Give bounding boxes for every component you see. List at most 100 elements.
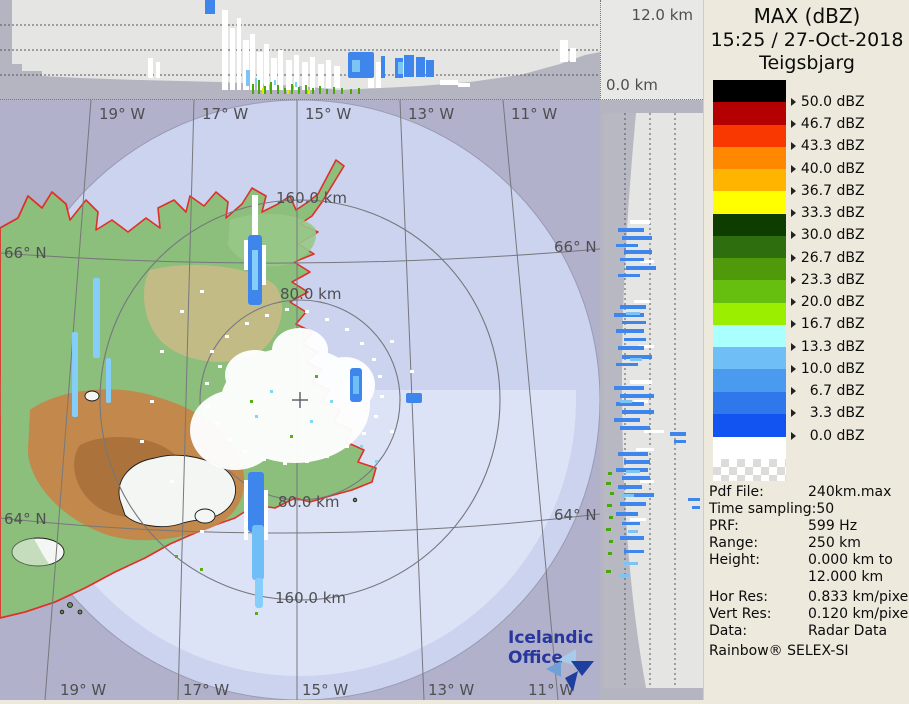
metadata-row: PRF: 599 Hz — [709, 518, 909, 535]
lon-label-top: 17° W — [202, 105, 248, 123]
height-axis-max-label: 12.0 km — [631, 6, 693, 24]
legend-band-value: 46.7 — [800, 116, 832, 132]
legend-band — [713, 324, 786, 348]
legend-band — [713, 124, 786, 148]
tick-arrow-icon — [791, 342, 796, 351]
lon-label-top: 13° W — [408, 105, 454, 123]
profile-top-band — [600, 100, 703, 113]
legend-band — [713, 391, 786, 415]
tick-arrow-icon — [791, 275, 796, 284]
tick-arrow-icon — [791, 142, 796, 151]
metadata-value: 0.833 km/pixel — [808, 589, 909, 605]
legend-band-unit: dBZ — [832, 294, 865, 310]
legend-bands: 50.0 dBZ 46.7 dBZ 43.3 dBZ 40.0 dBZ 36.7 dBZ… — [713, 80, 909, 484]
legend-band-unit: dBZ — [832, 316, 865, 333]
lon-label-bottom: 11° W — [528, 681, 574, 699]
tick-arrow-icon — [791, 231, 796, 240]
legend-band — [713, 280, 786, 304]
legend-band — [713, 235, 786, 259]
legend-band-value: 43.3 — [800, 138, 832, 155]
tick-arrow-icon — [791, 298, 796, 306]
lon-label-top: 19° W — [99, 105, 145, 123]
tick-arrow-icon — [791, 97, 796, 106]
metadata-row: Hor Res: 0.833 km/pixel — [709, 589, 909, 606]
legend-band-label: 20.0 dBZ — [791, 294, 909, 310]
metadata-label: Hor Res: — [709, 589, 769, 605]
metadata-label: Height: — [709, 552, 760, 568]
legend-band — [713, 146, 786, 170]
legend-band-unit: dBZ — [832, 182, 865, 199]
metadata-label: Rainbow® SELEX-SI — [709, 643, 849, 659]
tick-arrow-icon — [791, 164, 796, 173]
legend-band-label: 36.7 dBZ — [791, 182, 909, 199]
panel-separator-horizontal — [0, 99, 703, 100]
legend-band-label: 43.3 dBZ — [791, 138, 909, 155]
legend-band-unit: dBZ — [832, 138, 865, 155]
legend-band-label: 6.7 dBZ — [791, 383, 909, 399]
radar-map-panel[interactable]: 19° W 17° W 15° W 13° W 11° W 19° W 17° … — [0, 99, 636, 701]
legend-band-label: 10.0 dBZ — [791, 361, 909, 377]
legend-band-label: 50.0 dBZ — [791, 93, 909, 110]
legend-band-value: 13.3 — [800, 338, 832, 355]
metadata-row: Time sampling:50 — [709, 501, 909, 518]
product-title: MAX (dBZ) — [753, 4, 861, 28]
ring-label-160-bottom: 160.0 km — [275, 589, 346, 607]
legend-band — [713, 413, 786, 437]
legend-band-unit: dBZ — [832, 227, 865, 244]
tick-arrow-icon — [791, 320, 796, 329]
metadata-row: 12.000 km — [709, 569, 909, 586]
legend-band-value: 36.7 — [800, 182, 832, 199]
legend-band-label: 3.3 dBZ — [791, 405, 909, 422]
lon-label-bottom: 13° W — [428, 681, 474, 699]
tick-arrow-icon — [791, 409, 796, 418]
legend-band-value: 50.0 — [800, 93, 832, 110]
metadata-row: Range: 250 km — [709, 535, 909, 552]
legend-band-value: 0.0 — [809, 427, 832, 444]
ring-label-80-top: 80.0 km — [280, 285, 341, 303]
legend-band-label: 30.0 dBZ — [791, 227, 909, 244]
legend-band — [713, 80, 786, 103]
ring-label-80-bottom: 80.0 km — [278, 493, 339, 511]
metadata-value: 0.000 km to — [808, 552, 893, 568]
lon-label-top: 15° W — [305, 105, 351, 123]
legend-band-value: 3.3 — [809, 405, 832, 422]
lon-label-bottom: 19° W — [60, 681, 106, 699]
lat-label-left: 64° N — [4, 510, 47, 528]
legend-band-value: 20.0 — [800, 294, 832, 310]
legend-band-below-zero — [713, 436, 786, 459]
legend-band-unit: dBZ — [832, 338, 865, 355]
legend-band-unit: dBZ — [832, 271, 865, 288]
legend-band-value: 6.7 — [809, 383, 832, 399]
top-profile-panel[interactable] — [0, 0, 600, 100]
legend-band-unit: dBZ — [832, 249, 865, 266]
metadata-label: Vert Res: — [709, 606, 772, 622]
legend-band — [713, 191, 786, 215]
legend-band-unit: dBZ — [832, 405, 865, 422]
legend-band-unit: dBZ — [832, 93, 865, 110]
imo-logo-text-line1: Icelandic Met — [508, 628, 600, 648]
legend-band-value: 33.3 — [800, 205, 832, 221]
legend-band-unit: dBZ — [832, 116, 865, 132]
profile-left-strip — [600, 100, 603, 700]
tick-arrow-icon — [791, 209, 796, 217]
metadata-value: 250 km — [808, 535, 861, 551]
legend-band-unit: dBZ — [832, 383, 865, 399]
legend-band-transparent — [713, 459, 786, 481]
metadata-label: Time sampling:50 — [709, 501, 835, 517]
height-axis-corner: 12.0 km 0.0 km — [600, 0, 703, 100]
legend-band-label: 16.7 dBZ — [791, 316, 909, 333]
product-datetime: 15:25 / 27-Oct-2018 — [710, 29, 904, 51]
lon-label-bottom: 17° W — [183, 681, 229, 699]
legend-band-value: 26.7 — [800, 249, 832, 266]
legend-band-label: 23.3 dBZ — [791, 271, 909, 288]
legend-band-unit: dBZ — [832, 160, 865, 177]
legend-band-value: 40.0 — [800, 160, 832, 177]
metadata-row: Vert Res: 0.120 km/pixel — [709, 606, 909, 623]
right-profile-panel[interactable] — [600, 100, 703, 700]
metadata-row: Height: 0.000 km to — [709, 552, 909, 569]
legend-band-value: 23.3 — [800, 271, 832, 288]
metadata-value: 12.000 km — [808, 569, 884, 585]
metadata-label: Pdf File: — [709, 484, 764, 500]
right-profile-plot — [600, 100, 703, 700]
tick-arrow-icon — [791, 387, 796, 395]
